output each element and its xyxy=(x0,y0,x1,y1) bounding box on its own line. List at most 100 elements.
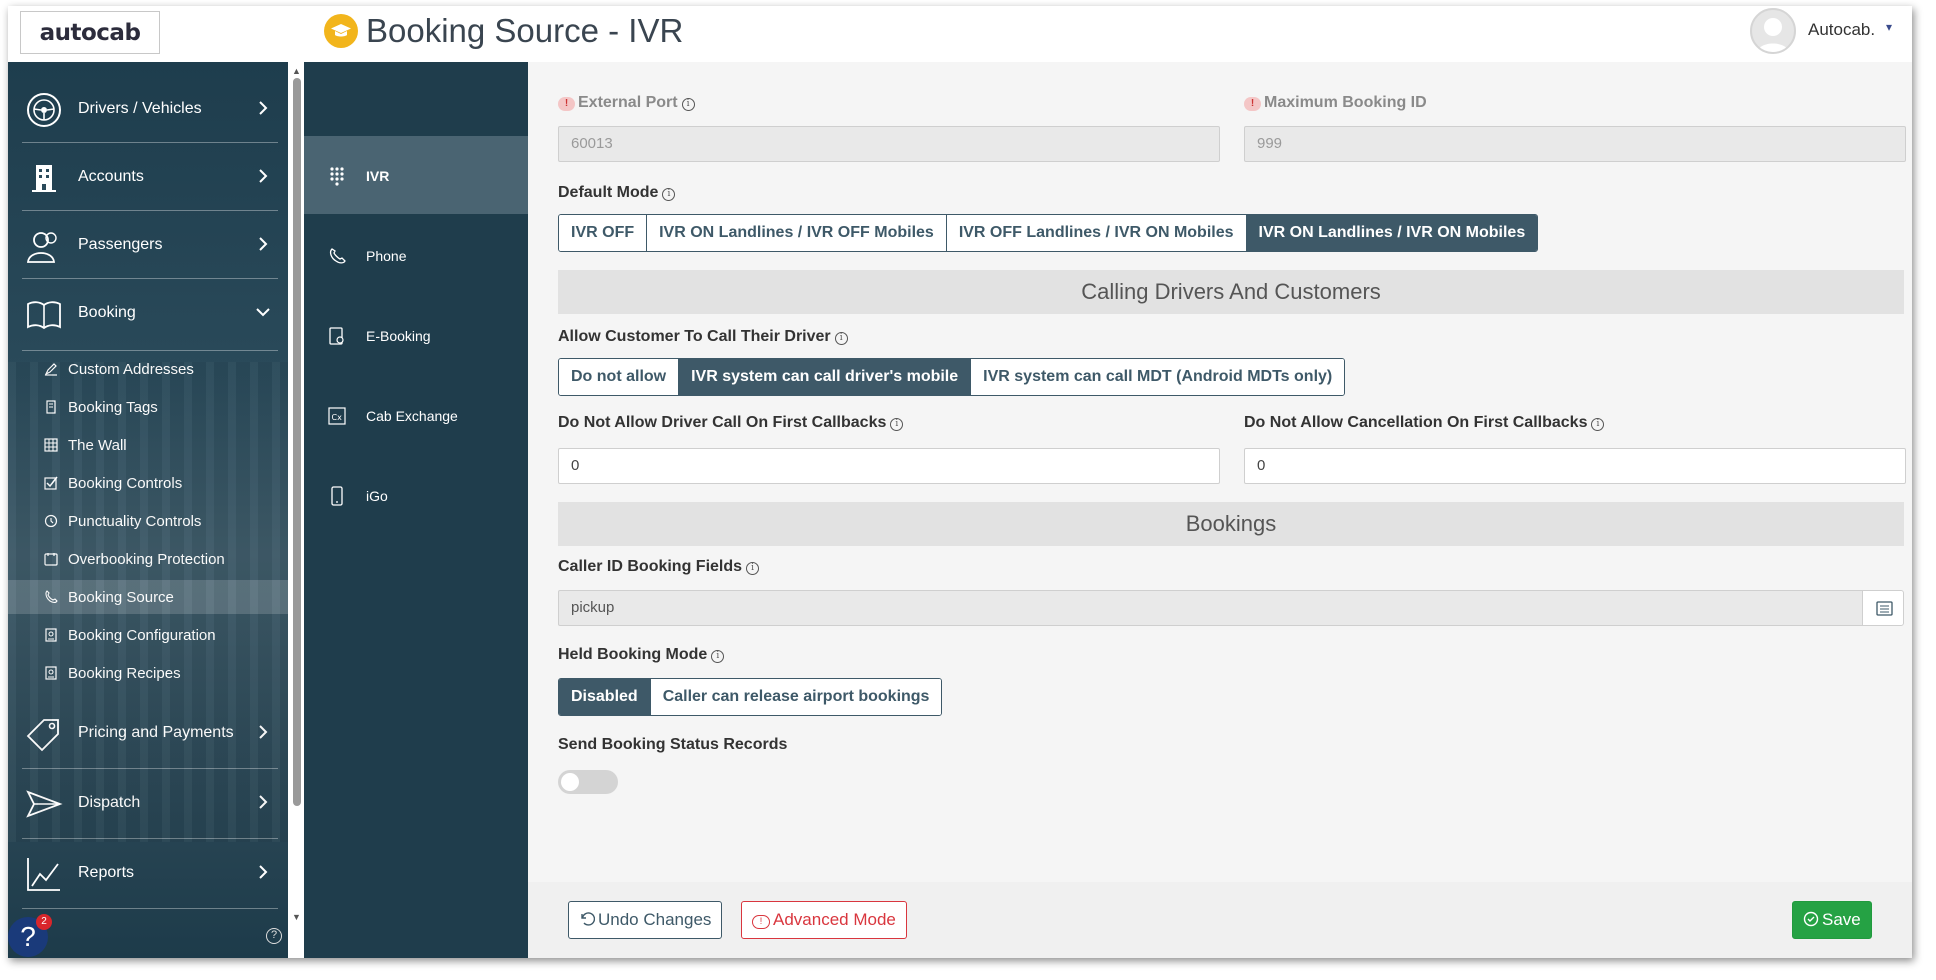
held-mode-label: Held Booking Mode i xyxy=(558,646,725,664)
undo-changes-button[interactable]: Undo Changes xyxy=(568,901,723,939)
user-name[interactable]: Autocab. xyxy=(1808,20,1875,40)
graduation-cap-icon xyxy=(324,14,358,48)
sidebar-subitem-booking-tags[interactable]: Booking Tags xyxy=(22,390,278,424)
sidebar-subitem-overbooking-protection[interactable]: Overbooking Protection xyxy=(22,542,278,576)
logo-text: autocab xyxy=(39,19,141,46)
default-mode-option-landlines-on[interactable]: IVR ON Landlines / IVR OFF Mobiles xyxy=(646,215,946,251)
sidebar-item-pricing-payments[interactable]: Pricing and Payments xyxy=(8,700,278,768)
sidebar-item-reports[interactable]: Reports xyxy=(8,840,278,908)
tablet-icon xyxy=(329,327,344,345)
advanced-mode-label: Advanced Mode xyxy=(773,910,896,929)
divider xyxy=(22,210,278,211)
no-driver-call-input[interactable]: 0 xyxy=(558,448,1220,484)
sidebar-subitem-label: Booking Tags xyxy=(68,399,158,416)
sidebar-item-label: Dispatch xyxy=(78,794,141,811)
page-title: Booking Source - IVR xyxy=(366,12,684,49)
caret-down-icon[interactable]: ▾ xyxy=(1886,20,1892,34)
sidebar-subitem-booking-source[interactable]: Booking Source xyxy=(8,580,288,614)
secondary-sidebar: IVR Phone E-Booking Cx Cab Exchange iGo xyxy=(304,62,528,958)
sidebar-item-accounts[interactable]: Accounts xyxy=(8,144,278,212)
chevron-right-icon xyxy=(259,725,268,739)
send-status-label: Send Booking Status Records xyxy=(558,736,788,753)
scroll-down-icon[interactable]: ▼ xyxy=(292,912,301,922)
sidebar-subitem-punctuality-controls[interactable]: Punctuality Controls xyxy=(22,504,278,538)
divider xyxy=(22,142,278,143)
section-header-calling: Calling Drivers And Customers xyxy=(558,270,1904,314)
allow-call-option-none[interactable]: Do not allow xyxy=(559,359,679,395)
subnav-item-cab-exchange[interactable]: Cx Cab Exchange xyxy=(304,376,528,454)
price-tag-icon xyxy=(26,719,59,752)
section-header-bookings: Bookings xyxy=(558,502,1904,546)
sidebar-item-label: Pricing and Payments xyxy=(78,724,234,741)
max-booking-id-label: ! Maximum Booking ID xyxy=(1244,94,1427,112)
subnav-item-label: IVR xyxy=(366,168,390,184)
check-circle-icon xyxy=(1803,911,1819,927)
scroll-thumb[interactable] xyxy=(293,78,301,806)
subnav-item-e-booking[interactable]: E-Booking xyxy=(304,296,528,374)
subnav-item-ivr[interactable]: IVR xyxy=(304,136,528,214)
held-mode-option-disabled[interactable]: Disabled xyxy=(559,679,650,715)
info-icon[interactable]: i xyxy=(711,650,725,663)
sidebar-item-booking[interactable]: Booking xyxy=(8,280,278,348)
allow-call-option-mobile[interactable]: IVR system can call driver's mobile xyxy=(678,359,971,395)
sidebar-item-drivers-vehicles[interactable]: Drivers / Vehicles xyxy=(8,76,278,144)
chevron-right-icon xyxy=(259,795,268,809)
default-mode-option-mobiles-on[interactable]: IVR OFF Landlines / IVR ON Mobiles xyxy=(945,215,1246,251)
allow-call-label-text: Allow Customer To Call Their Driver xyxy=(558,328,831,345)
divider xyxy=(22,908,278,909)
subnav-item-label: E-Booking xyxy=(366,328,431,344)
default-mode-option-all-on[interactable]: IVR ON Landlines / IVR ON Mobiles xyxy=(1245,215,1538,251)
no-driver-call-label-text: Do Not Allow Driver Call On First Callba… xyxy=(558,414,887,431)
scroll-up-icon[interactable]: ▲ xyxy=(292,66,301,76)
phone-icon xyxy=(45,590,58,604)
sidebar-subitem-label: Booking Source xyxy=(68,589,174,606)
info-icon[interactable]: i xyxy=(1591,418,1605,431)
caller-id-label: Caller ID Booking Fields i xyxy=(558,558,760,576)
sidebar-item-passengers[interactable]: Passengers xyxy=(8,212,278,280)
caller-id-input[interactable]: pickup xyxy=(558,590,1864,626)
phone-icon xyxy=(329,248,346,264)
config-icon xyxy=(45,628,57,642)
default-mode-selector: IVR OFF IVR ON Landlines / IVR OFF Mobil… xyxy=(558,214,1539,252)
info-icon[interactable]: i xyxy=(681,98,695,111)
default-mode-option-ivr-off[interactable]: IVR OFF xyxy=(559,215,647,251)
footer-bar: Undo Changes ! Advanced Mode Save xyxy=(528,882,1912,958)
advanced-mode-button[interactable]: ! Advanced Mode xyxy=(741,901,907,939)
info-icon[interactable]: i xyxy=(834,332,848,345)
divider xyxy=(22,768,278,769)
toggle-knob xyxy=(561,773,579,791)
sidebar-subitem-booking-recipes[interactable]: Booking Recipes xyxy=(22,656,278,690)
divider xyxy=(22,350,278,351)
grid-icon xyxy=(44,438,58,452)
no-cancel-input[interactable]: 0 xyxy=(1244,448,1906,484)
save-button[interactable]: Save xyxy=(1792,901,1872,939)
held-mode-label-text: Held Booking Mode xyxy=(558,646,708,663)
allow-call-option-mdt[interactable]: IVR system can call MDT (Android MDTs on… xyxy=(970,359,1345,395)
checkbox-icon xyxy=(44,476,58,490)
sidebar-scrollbar[interactable]: ▲ ▼ xyxy=(290,66,304,924)
held-mode-option-airport[interactable]: Caller can release airport bookings xyxy=(649,679,942,715)
info-icon[interactable]: i xyxy=(746,562,760,575)
info-icon[interactable]: i xyxy=(662,188,676,201)
question-icon[interactable]: ? xyxy=(266,928,282,944)
list-select-button[interactable] xyxy=(1862,590,1904,626)
subnav-item-phone[interactable]: Phone xyxy=(304,216,528,294)
subnav-item-label: Cab Exchange xyxy=(366,408,458,424)
chevron-right-icon xyxy=(259,101,268,115)
external-port-input[interactable]: 60013 xyxy=(558,126,1220,162)
logo[interactable]: autocab xyxy=(20,11,160,54)
subnav-item-igo[interactable]: iGo xyxy=(304,456,528,534)
max-booking-id-input[interactable]: 999 xyxy=(1244,126,1906,162)
info-icon[interactable]: i xyxy=(890,418,904,431)
sidebar-subitem-label: Custom Addresses xyxy=(68,361,194,378)
sidebar-subitem-booking-configuration[interactable]: Booking Configuration xyxy=(22,618,278,652)
sidebar-subitem-the-wall[interactable]: The Wall xyxy=(22,428,278,462)
user-avatar[interactable] xyxy=(1750,8,1796,54)
allow-call-label: Allow Customer To Call Their Driver i xyxy=(558,328,848,346)
send-status-toggle[interactable] xyxy=(558,770,618,794)
sidebar-item-dispatch[interactable]: Dispatch xyxy=(8,770,278,838)
sidebar-subitem-booking-controls[interactable]: Booking Controls xyxy=(22,466,278,500)
edit-icon xyxy=(44,363,57,376)
sidebar-subitem-custom-addresses[interactable]: Custom Addresses xyxy=(22,352,278,386)
chart-icon xyxy=(27,858,60,891)
